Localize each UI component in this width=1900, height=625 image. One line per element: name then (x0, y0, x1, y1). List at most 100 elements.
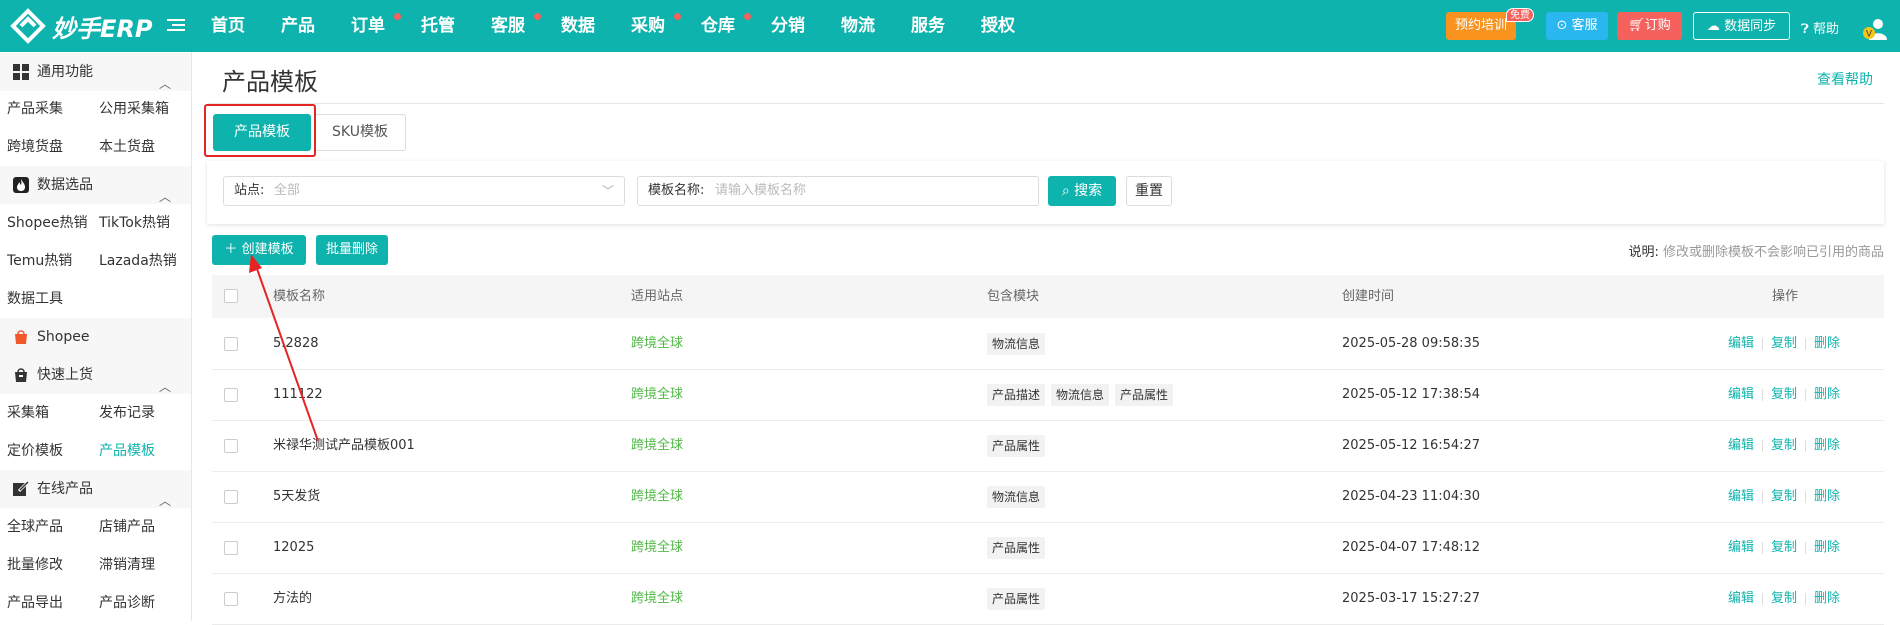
sidebar-section-quick-upload[interactable]: 快速上货 ︿ (0, 356, 191, 394)
nav-item[interactable]: 仓库 (701, 0, 771, 52)
modules-cell: 产品属性 (987, 435, 1046, 457)
sidebar-item-collect-box[interactable]: 采集箱 (7, 394, 49, 432)
bulk-delete-button[interactable]: 批量删除 (316, 235, 388, 265)
column-header: 模板名称 (273, 289, 326, 304)
site-select[interactable]: 站点: 全部 ﹀ (223, 176, 625, 206)
modules-cell: 物流信息 (987, 486, 1046, 508)
edit-link[interactable]: 编辑 (1728, 370, 1754, 420)
nav-item[interactable]: 首页 (211, 0, 281, 52)
row-checkbox[interactable] (224, 541, 238, 555)
template-name-field[interactable]: 模板名称: 请输入模板名称 (637, 176, 1039, 206)
sidebar-item-shopee-hot[interactable]: Shopee热销 (7, 204, 87, 242)
row-checkbox[interactable] (224, 439, 238, 453)
sidebar-item-product-collect[interactable]: 产品采集 (7, 90, 63, 128)
sidebar-item-public-collect-box[interactable]: 公用采集箱 (99, 90, 169, 128)
sidebar-item-product-diagnosis[interactable]: 产品诊断 (99, 584, 155, 622)
copy-link[interactable]: 复制 (1771, 421, 1797, 471)
divider (1762, 593, 1764, 605)
sidebar-item-product-export[interactable]: 产品导出 (7, 584, 63, 622)
sidebar-item-local-inventory[interactable]: 本土货盘 (99, 128, 155, 166)
sidebar-item-tiktok-hot[interactable]: TikTok热销 (99, 204, 170, 242)
divider (1805, 491, 1807, 503)
sidebar-section-online-products[interactable]: 在线产品 ︿ (0, 470, 191, 508)
delete-link[interactable]: 删除 (1814, 523, 1840, 573)
help-button[interactable]: ❓︎ 帮助 (1801, 18, 1839, 37)
edit-link[interactable]: 编辑 (1728, 421, 1754, 471)
nav-item[interactable]: 客服 (491, 0, 561, 52)
row-checkbox[interactable] (224, 337, 238, 351)
tab-sku-template[interactable]: SKU模板 (314, 114, 406, 151)
page-title: 产品模板 (222, 68, 318, 96)
copy-link[interactable]: 复制 (1771, 370, 1797, 420)
service-button[interactable]: ⊙ 客服 (1546, 12, 1608, 40)
nav-item[interactable]: 采购 (631, 0, 701, 52)
edit-link[interactable]: 编辑 (1728, 574, 1754, 624)
nav-item-label: 授权 (981, 16, 1015, 36)
delete-link[interactable]: 删除 (1814, 472, 1840, 522)
column-header: 适用站点 (631, 289, 684, 304)
sidebar-section-common[interactable]: 通用功能 ︿ (0, 53, 191, 91)
row-checkbox[interactable] (224, 592, 238, 606)
sidebar-item-lazada-hot[interactable]: Lazada热销 (99, 242, 177, 280)
edit-link[interactable]: 编辑 (1728, 319, 1754, 369)
sidebar-section-shopee[interactable]: Shopee (0, 318, 191, 356)
nav-item[interactable]: 数据 (561, 0, 631, 52)
nav-item-label: 数据 (561, 16, 595, 36)
sidebar-section-data-selection[interactable]: 数据选品 ︿ (0, 166, 191, 204)
nav-item[interactable]: 物流 (841, 0, 911, 52)
sidebar-item-bulk-edit[interactable]: 批量修改 (7, 546, 63, 584)
logo[interactable]: 妙手ERP (10, 8, 152, 44)
sidebar-item-pricing-template[interactable]: 定价模板 (7, 432, 63, 470)
module-tag: 产品属性 (1115, 384, 1174, 406)
sidebar-item-data-tools[interactable]: 数据工具 (7, 280, 63, 318)
service-button-label: 客服 (1571, 18, 1598, 33)
nav-item[interactable]: 订单 (351, 0, 421, 52)
data-sync-button[interactable]: ☁ 数据同步 (1693, 12, 1790, 40)
edit-link[interactable]: 编辑 (1728, 472, 1754, 522)
nav-item[interactable]: 托管 (421, 0, 491, 52)
delete-link[interactable]: 删除 (1814, 421, 1840, 471)
row-checkbox[interactable] (224, 388, 238, 402)
free-badge: 免费 (1506, 8, 1534, 22)
sidebar-item-global-products[interactable]: 全球产品 (7, 508, 63, 546)
template-name-cell: 5.2828 (273, 336, 319, 351)
search-button[interactable]: ⌕ 搜索 (1048, 176, 1116, 206)
order-button[interactable]: 🛒︎订购 (1617, 12, 1682, 40)
column-header: 包含模块 (987, 289, 1040, 304)
delete-link[interactable]: 删除 (1814, 370, 1840, 420)
reset-button[interactable]: 重置 (1126, 176, 1172, 206)
view-help-link[interactable]: 查看帮助 (1817, 69, 1873, 89)
sidebar-item-temu-hot[interactable]: Temu热销 (7, 242, 72, 280)
search-icon: ⌕ (1061, 183, 1075, 199)
sidebar-item-product-template[interactable]: 产品模板 (99, 432, 155, 470)
sidebar-item-store-products[interactable]: 店铺产品 (99, 508, 155, 546)
divider (1762, 440, 1764, 452)
sidebar-item-slow-sales-cleanup[interactable]: 滞销清理 (99, 546, 155, 584)
nav-item[interactable]: 授权 (981, 0, 1051, 52)
copy-link[interactable]: 复制 (1771, 472, 1797, 522)
create-template-button[interactable]: ＋ 创建模板 (212, 235, 306, 265)
delete-link[interactable]: 删除 (1814, 319, 1840, 369)
sidebar-item-cross-border-inventory[interactable]: 跨境货盘 (7, 128, 63, 166)
user-avatar-icon[interactable]: V (1863, 16, 1887, 40)
edit-icon (13, 481, 29, 496)
menu-toggle-icon[interactable] (167, 16, 185, 34)
site-value: 全部 (274, 183, 301, 198)
row-checkbox[interactable] (224, 490, 238, 504)
table-header: 模板名称 适用站点 包含模块 创建时间 操作 (212, 275, 1884, 318)
nav-item-label: 采购 (631, 16, 665, 36)
nav-item[interactable]: 服务 (911, 0, 981, 52)
divider (1805, 338, 1807, 350)
nav-item[interactable]: 分销 (771, 0, 841, 52)
copy-link[interactable]: 复制 (1771, 523, 1797, 573)
top-navbar: 妙手ERP 首页 产品 订单 托管 客服 数据 采购 仓库 分销 物流 服务 授权 预约培训 免费 ⊙… (0, 0, 1900, 52)
edit-link[interactable]: 编辑 (1728, 523, 1754, 573)
select-all-checkbox[interactable] (224, 289, 238, 303)
nav-item[interactable]: 产品 (281, 0, 351, 52)
template-name-cell: 米禄华测试产品模板001 (273, 438, 415, 453)
sidebar-item-publish-records[interactable]: 发布记录 (99, 394, 155, 432)
site-cell: 跨境全球 (631, 387, 684, 402)
copy-link[interactable]: 复制 (1771, 319, 1797, 369)
delete-link[interactable]: 删除 (1814, 574, 1840, 624)
copy-link[interactable]: 复制 (1771, 574, 1797, 624)
